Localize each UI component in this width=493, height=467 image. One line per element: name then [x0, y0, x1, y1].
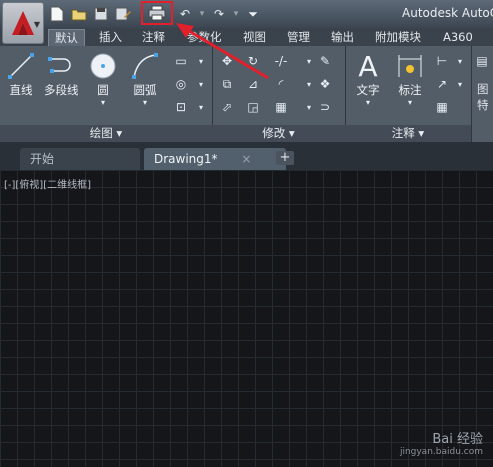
tab-default[interactable]: 默认	[48, 29, 85, 46]
arc-tool[interactable]: 圆弧 ▾	[128, 50, 162, 107]
modify-panel-label[interactable]: 修改 ▾	[212, 125, 345, 142]
polyline-icon	[48, 57, 71, 73]
open-icon[interactable]	[70, 5, 88, 23]
undo-icon[interactable]: ↶	[176, 5, 194, 23]
erase-icon[interactable]: ✎	[316, 52, 334, 70]
rotate-icon[interactable]: ↻	[244, 52, 262, 70]
text-label: 文字	[356, 83, 380, 97]
file-tab-start[interactable]: 开始	[20, 148, 140, 170]
autocad-logo-icon	[12, 11, 34, 35]
file-tab-drawing1-label: Drawing1*	[154, 152, 218, 166]
trim-icon[interactable]: -/-	[272, 52, 290, 70]
close-icon[interactable]: ×	[241, 152, 251, 166]
leader-icon[interactable]: ↗	[433, 75, 451, 93]
chevron-down-icon[interactable]: ▾	[143, 98, 147, 107]
chevron-down-icon[interactable]: ▾	[192, 75, 210, 93]
modify-panel: ✥ ↻ -/- ▾ ✎ ⧉ ⊿ ◜ ▾ ❖ ⬀ ◲ ▦ ▾ ⊃ 修改 ▾	[212, 46, 346, 142]
circle-label: 圆	[97, 83, 109, 97]
file-tabs-bar: 开始 Drawing1* × +	[0, 142, 493, 170]
dimension-tool[interactable]: 标注 ▾	[393, 50, 427, 107]
title-bar: ▼ ↶ ▾ ↷ ▾ ⏷ Autodesk AutoC	[0, 0, 493, 44]
line-tool[interactable]: 直线	[4, 50, 38, 98]
chevron-down-icon: ▼	[33, 20, 40, 29]
array-icon[interactable]: ▦	[272, 98, 290, 116]
offset-icon[interactable]: ⊃	[316, 98, 334, 116]
redo-icon[interactable]: ↷	[210, 5, 228, 23]
tab-addins[interactable]: 附加模块	[369, 29, 427, 45]
drawing-canvas[interactable]: [-][俯视][二维线框] Bai 经验 jingyan.baidu.com	[0, 170, 493, 467]
window-title: Autodesk AutoC	[402, 6, 493, 20]
dimension-label: 标注	[398, 83, 422, 97]
arc-icon	[132, 53, 158, 79]
file-tab-drawing1[interactable]: Drawing1* ×	[144, 148, 286, 170]
chevron-down-icon[interactable]: ▾	[101, 98, 105, 107]
chevron-down-icon[interactable]: ▾	[198, 9, 206, 19]
new-icon[interactable]	[48, 5, 66, 23]
chevron-down-icon[interactable]: ▾	[451, 52, 469, 70]
draw-panel-label[interactable]: 绘图 ▾	[0, 125, 212, 142]
partial-label-2: 特	[477, 98, 489, 112]
tab-parametric[interactable]: 参数化	[181, 29, 228, 45]
polyline-label: 多段线	[44, 83, 79, 97]
layer-icon[interactable]: ▤	[473, 52, 491, 70]
partial-label-1: 图	[477, 82, 489, 96]
application-menu-button[interactable]: ▼	[2, 2, 44, 44]
boundary-icon[interactable]: ⊡	[172, 98, 190, 116]
scale-icon[interactable]: ◲	[244, 98, 262, 116]
chevron-down-icon[interactable]: ▾	[451, 75, 469, 93]
file-tab-start-label: 开始	[30, 152, 55, 166]
text-icon: A	[358, 49, 378, 83]
mirror-icon[interactable]: ⊿	[244, 75, 262, 93]
circle-icon	[90, 53, 116, 79]
save-icon[interactable]	[92, 5, 110, 23]
dimension-icon	[398, 55, 422, 77]
tab-view[interactable]: 视图	[237, 29, 272, 45]
watermark-sub: jingyan.baidu.com	[399, 447, 483, 457]
watermark: Bai 经验 jingyan.baidu.com	[400, 433, 483, 459]
chevron-down-icon[interactable]: ▾	[192, 52, 210, 70]
stretch-icon[interactable]: ⬀	[218, 98, 236, 116]
new-tab-button[interactable]: +	[276, 151, 294, 165]
customize-icon[interactable]: ⏷	[244, 5, 262, 23]
tab-output[interactable]: 输出	[325, 29, 360, 45]
ribbon: 直线 多段线 圆 ▾ 圆弧 ▾ ▭ ◎ ⊡ ▾ ▾ ▾ 绘图 ▾ ✥ ↻ -/-…	[0, 46, 493, 142]
chevron-down-icon[interactable]: ▾	[408, 98, 412, 107]
tab-insert[interactable]: 插入	[93, 29, 128, 45]
table-icon[interactable]: ▦	[433, 98, 451, 116]
chevron-down-icon[interactable]: ▾	[232, 9, 240, 19]
copy-icon[interactable]: ⧉	[218, 75, 236, 93]
tab-annotate[interactable]: 注释	[136, 29, 171, 45]
explode-icon[interactable]: ❖	[316, 75, 334, 93]
quick-access-toolbar	[48, 3, 132, 25]
tab-manage[interactable]: 管理	[281, 29, 316, 45]
hatch-icon[interactable]: ◎	[172, 75, 190, 93]
chevron-down-icon[interactable]: ▾	[366, 98, 370, 107]
tab-a360[interactable]: A360	[437, 29, 479, 45]
chevron-down-icon[interactable]: ▾	[192, 98, 210, 116]
polyline-tool[interactable]: 多段线	[44, 50, 79, 98]
annotation-panel-label[interactable]: 注释 ▾	[345, 125, 471, 142]
layers-panel-partial: ▤ 图 特	[471, 46, 493, 142]
line-label: 直线	[9, 83, 33, 97]
draw-panel: 直线 多段线 圆 ▾ 圆弧 ▾ ▭ ◎ ⊡ ▾ ▾ ▾ 绘图 ▾	[0, 46, 213, 142]
ribbon-tabs: 默认 插入 注释 参数化 视图 管理 输出 附加模块 A360	[0, 28, 493, 47]
circle-tool[interactable]: 圆 ▾	[86, 50, 120, 107]
print-button[interactable]	[141, 1, 173, 25]
fillet-icon[interactable]: ◜	[272, 75, 290, 93]
arc-label: 圆弧	[133, 83, 157, 97]
annotation-panel: A 文字 ▾ 标注 ▾ ⊢ ↗ ▦ ▾ ▾ 注释 ▾	[345, 46, 472, 142]
linear-dim-icon[interactable]: ⊢	[433, 52, 451, 70]
text-tool[interactable]: A 文字 ▾	[351, 49, 385, 108]
move-icon[interactable]: ✥	[218, 52, 236, 70]
print-icon	[148, 5, 166, 21]
undo-redo-group: ↶ ▾ ↷ ▾ ⏷	[176, 3, 262, 25]
line-icon	[8, 53, 34, 79]
watermark-main: Bai 经验	[432, 432, 483, 447]
rectangle-icon[interactable]: ▭	[172, 52, 190, 70]
viewport-controls[interactable]: [-][俯视][二维线框]	[4, 176, 91, 191]
saveas-icon[interactable]	[114, 5, 132, 23]
